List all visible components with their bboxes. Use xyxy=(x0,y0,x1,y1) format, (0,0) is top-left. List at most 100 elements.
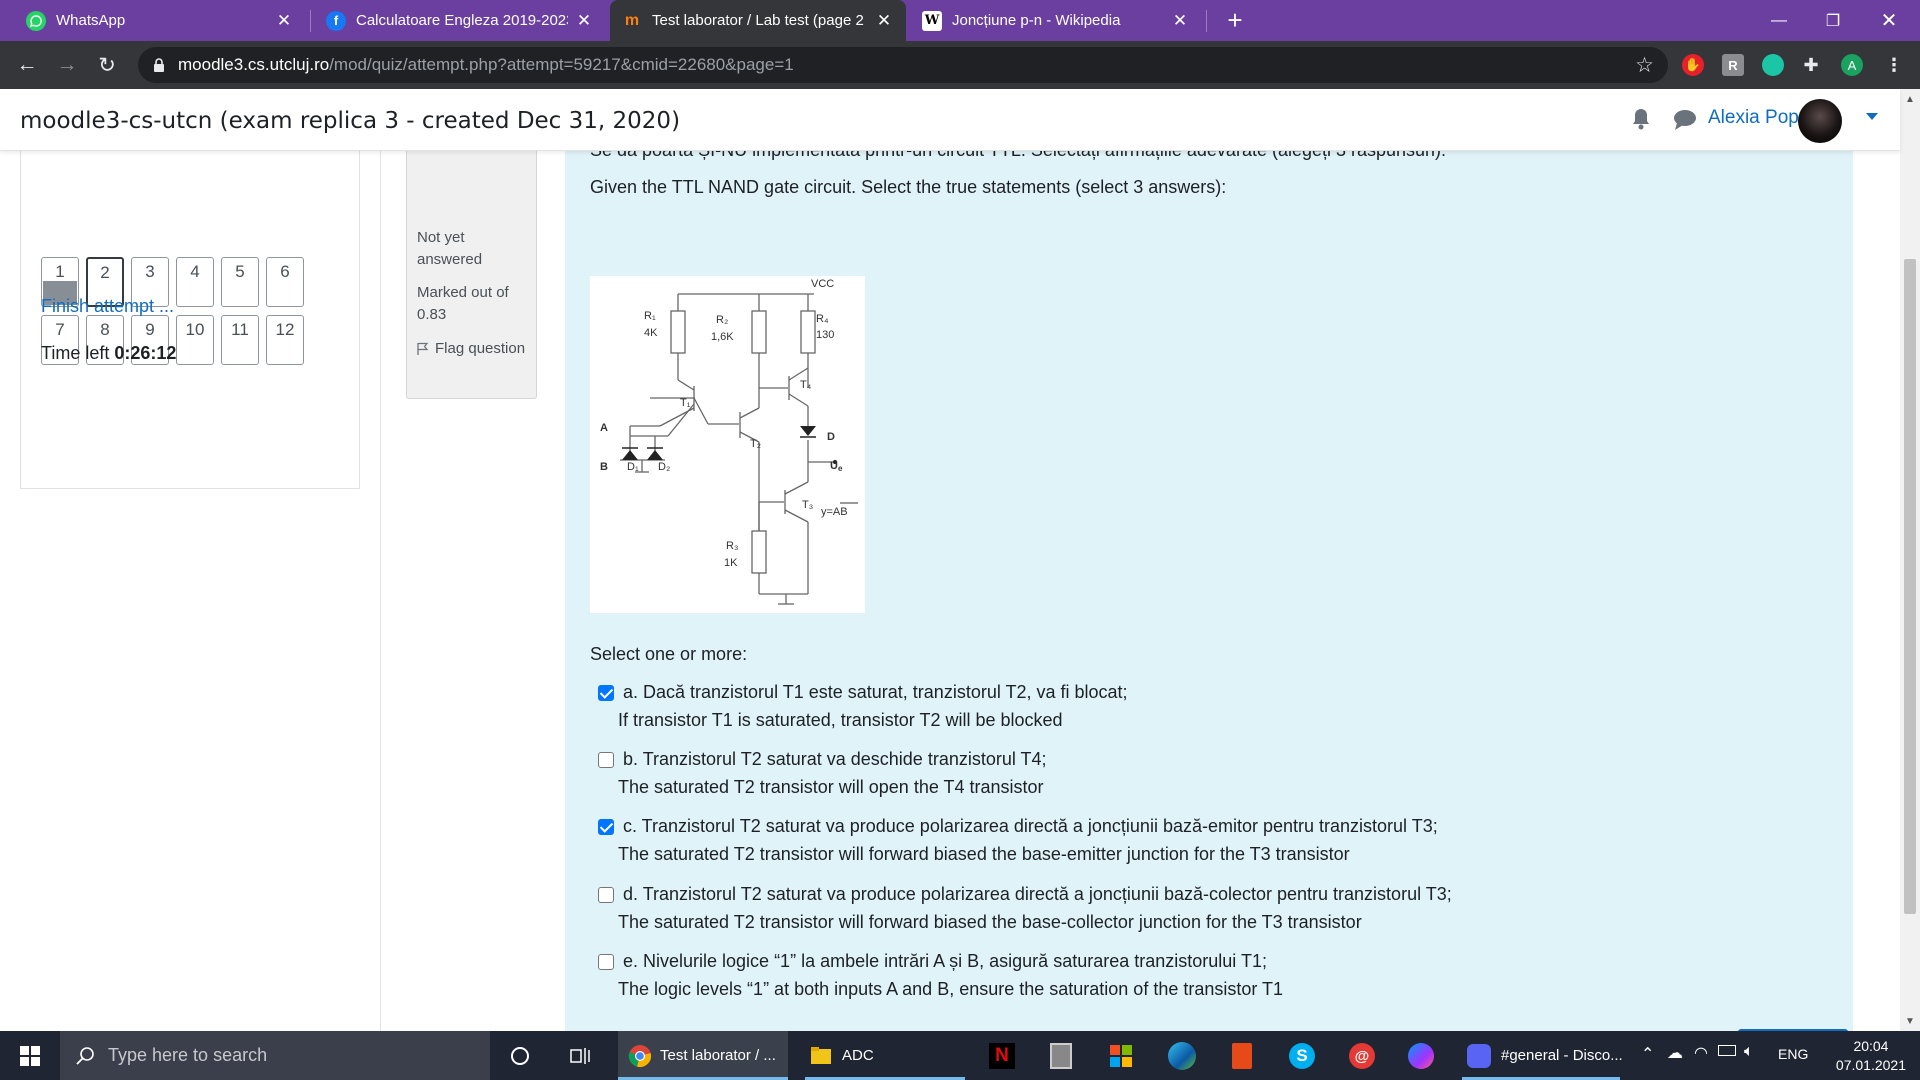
user-menu-caret-icon[interactable] xyxy=(1866,113,1878,120)
tab-wikipedia[interactable]: W Joncțiune p-n - Wikipedia ✕ xyxy=(910,0,1202,41)
option-d-text-ro[interactable]: d. Tranzistorul T2 saturat va produce po… xyxy=(623,884,1452,905)
quiz-nav-number: 12 xyxy=(275,320,295,339)
quiz-nav-button-11[interactable]: 11 xyxy=(221,315,259,365)
option-c-text-ro[interactable]: c. Tranzistorul T2 saturat va produce po… xyxy=(623,816,1438,837)
browser-menu-icon[interactable]: ⋮ xyxy=(1883,54,1905,76)
moodle-navbar: moodle3-cs-utcn (exam replica 3 - create… xyxy=(0,89,1900,151)
extensions-puzzle-icon[interactable]: ✚ xyxy=(1800,54,1822,76)
windows-start-icon[interactable] xyxy=(0,1031,60,1080)
flag-question-label: Flag question xyxy=(435,340,526,357)
option-c-checkbox[interactable] xyxy=(598,819,614,835)
option-b-text-en[interactable]: The saturated T2 transistor will open th… xyxy=(618,777,1044,798)
windows-taskbar: Type here to search Test laborator / ...… xyxy=(0,1031,1920,1080)
quiz-nav-number: 11 xyxy=(231,320,249,339)
taskbar-app-discord[interactable]: #general - Disco... xyxy=(1457,1031,1625,1080)
cortana-icon[interactable] xyxy=(503,1039,537,1073)
quiz-nav-button-6[interactable]: 6 xyxy=(266,257,304,307)
tab-whatsapp[interactable]: WhatsApp ✕ xyxy=(14,0,306,41)
avatar[interactable] xyxy=(1798,99,1842,143)
quiz-nav-number: 10 xyxy=(185,320,205,339)
user-name[interactable]: Alexia Pop xyxy=(1708,107,1799,129)
wifi-icon[interactable]: ◠ xyxy=(1694,1043,1708,1063)
input-language[interactable]: ENG xyxy=(1778,1046,1808,1062)
tab-separator xyxy=(310,10,311,32)
close-icon[interactable]: ✕ xyxy=(274,11,294,31)
calculator-icon[interactable] xyxy=(1044,1039,1078,1073)
netflix-icon[interactable]: N xyxy=(985,1039,1019,1073)
back-icon[interactable]: ← xyxy=(12,50,42,80)
extension-dot-icon[interactable] xyxy=(1762,54,1784,76)
messages-chat-icon[interactable] xyxy=(1673,109,1697,131)
scrollbar-thumb[interactable] xyxy=(1904,259,1916,914)
page-viewport: moodle3-cs-utcn (exam replica 3 - create… xyxy=(0,89,1920,1031)
option-c-text-en[interactable]: The saturated T2 transistor will forward… xyxy=(618,844,1350,865)
url-path: /mod/quiz/attempt.php?attempt=59217&cmid… xyxy=(329,55,794,74)
clock-date: 07.01.2021 xyxy=(1835,1057,1906,1073)
address-bar[interactable]: moodle3.cs.utcluj.ro/mod/quiz/attempt.ph… xyxy=(138,47,1668,83)
r1-value: 4K xyxy=(644,327,658,339)
output-ue-label: Ue xyxy=(830,460,843,473)
scroll-up-icon[interactable]: ▲ xyxy=(1904,93,1916,105)
diode-d-label: D xyxy=(827,431,835,443)
restore-icon[interactable]: ❐ xyxy=(1810,0,1856,41)
edge-icon[interactable] xyxy=(1165,1039,1199,1073)
option-a-text-ro[interactable]: a. Dacă tranzistorul T1 este saturat, tr… xyxy=(623,682,1128,703)
office-icon[interactable] xyxy=(1225,1039,1259,1073)
task-view-icon[interactable] xyxy=(563,1039,597,1073)
taskbar-clock[interactable]: 20:04 07.01.2021 xyxy=(1836,1037,1906,1075)
adblock-extension-icon[interactable]: ✋ xyxy=(1682,54,1704,76)
window-close-icon[interactable]: ✕ xyxy=(1866,0,1912,41)
quiz-nav-button-10[interactable]: 10 xyxy=(176,315,214,365)
option-b-checkbox[interactable] xyxy=(598,752,614,768)
microsoft-store-icon[interactable] xyxy=(1104,1039,1138,1073)
t2-label: T₂ xyxy=(750,438,761,450)
scroll-down-icon[interactable]: ▼ xyxy=(1904,1015,1916,1027)
taskbar-app-chrome[interactable]: Test laborator / ... xyxy=(618,1031,788,1080)
browser-toolbar: ← → ↻ moodle3.cs.utcluj.ro/mod/quiz/atte… xyxy=(0,41,1920,89)
option-d-checkbox[interactable] xyxy=(598,887,614,903)
option-e-checkbox[interactable] xyxy=(598,954,614,970)
vcc-label: VCC xyxy=(811,278,834,290)
finish-attempt-link[interactable]: Finish attempt ... xyxy=(41,296,174,317)
minimize-icon[interactable]: — xyxy=(1756,0,1802,41)
tray-chevron-icon[interactable]: ⌃ xyxy=(1641,1044,1654,1064)
taskbar-search-input[interactable]: Type here to search xyxy=(60,1031,490,1080)
tab-test-laborator[interactable]: m Test laborator / Lab test (page 2 c ✕ xyxy=(610,0,906,41)
profile-avatar-icon[interactable]: A xyxy=(1841,54,1863,76)
app-red-icon[interactable]: @ xyxy=(1345,1039,1379,1073)
messenger-icon[interactable] xyxy=(1404,1039,1438,1073)
output-u-sub: e xyxy=(838,464,843,473)
quiz-nav-button-4[interactable]: 4 xyxy=(176,257,214,307)
time-left: Time left 0:26:12 xyxy=(41,343,176,364)
new-tab-button[interactable]: + xyxy=(1220,5,1250,35)
r2-label: R₂ xyxy=(716,314,728,326)
battery-icon[interactable] xyxy=(1718,1045,1736,1056)
taskbar-app-label: Test laborator / ... xyxy=(660,1047,776,1064)
reload-icon[interactable]: ↻ xyxy=(92,50,122,80)
taskbar-app-label: ADC xyxy=(842,1047,874,1064)
quiz-nav-button-12[interactable]: 12 xyxy=(266,315,304,365)
option-a-text-en[interactable]: If transistor T1 is saturated, transisto… xyxy=(618,710,1063,731)
close-icon[interactable]: ✕ xyxy=(874,11,894,31)
option-e-text-en[interactable]: The logic levels “1” at both inputs A an… xyxy=(618,979,1283,1000)
skype-icon[interactable]: S xyxy=(1285,1039,1319,1073)
t1-label: T₁ xyxy=(680,397,691,409)
option-b-text-ro[interactable]: b. Tranzistorul T2 saturat va deschide t… xyxy=(623,749,1047,770)
volume-icon[interactable]: 🔈︎ xyxy=(1744,1043,1754,1061)
onedrive-icon[interactable]: ☁ xyxy=(1667,1043,1683,1063)
close-icon[interactable]: ✕ xyxy=(574,11,594,31)
option-a-checkbox[interactable] xyxy=(598,685,614,701)
moodle-icon: m xyxy=(624,11,640,29)
notifications-bell-icon[interactable] xyxy=(1630,107,1652,131)
tab-facebook[interactable]: f Calculatoare Engleza 2019-2023 | ✕ xyxy=(314,0,606,41)
translate-extension-icon[interactable]: R xyxy=(1722,54,1744,76)
bookmark-star-icon[interactable]: ☆ xyxy=(1635,53,1654,78)
taskbar-app-explorer[interactable]: ADC xyxy=(800,1031,970,1080)
site-title[interactable]: moodle3-cs-utcn (exam replica 3 - create… xyxy=(20,108,680,134)
option-d-text-en[interactable]: The saturated T2 transistor will forward… xyxy=(618,912,1362,933)
quiz-nav-button-5[interactable]: 5 xyxy=(221,257,259,307)
forward-icon[interactable]: → xyxy=(52,50,82,80)
close-icon[interactable]: ✕ xyxy=(1170,11,1190,31)
option-e-text-ro[interactable]: e. Nivelurile logice “1” la ambele intră… xyxy=(623,951,1267,972)
flag-question-button[interactable]: Flag question xyxy=(417,340,525,357)
